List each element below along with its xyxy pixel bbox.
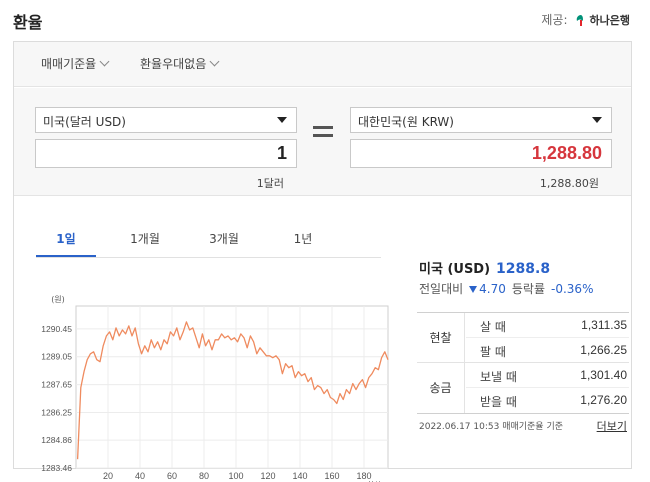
- rate-value: 1288.8: [496, 261, 551, 277]
- x-tick-label: 80: [199, 471, 209, 481]
- diff-value-wrap: 4.70: [469, 282, 506, 296]
- y-tick-label: 1290.45: [41, 324, 72, 334]
- diff-label: 전일대비: [419, 282, 464, 296]
- settings-bar: 매매기준율 환율우대없음: [14, 42, 631, 87]
- row-value: 1,311.35: [581, 318, 627, 332]
- period-tabs: 1일 1개월 3개월 1년: [36, 228, 381, 258]
- pct-label: 등락률: [511, 282, 546, 296]
- more-link[interactable]: 더보기: [597, 418, 627, 434]
- x-tick-label: 140: [292, 471, 307, 481]
- to-amount-text: 1,288.80원: [539, 177, 599, 190]
- basis-dropdown[interactable]: 매매기준율: [41, 55, 110, 72]
- discount-label: 환율우대없음: [140, 57, 207, 71]
- y-axis-label: (원): [51, 295, 65, 304]
- row-value: 1,276.20: [580, 393, 627, 407]
- y-tick-label: 1283.46: [41, 463, 72, 473]
- row-label: 팔 때: [480, 345, 506, 359]
- diff-value: 4.70: [479, 281, 506, 296]
- table-row: 받을 때 1,276.20: [466, 388, 629, 413]
- page-title: 환율: [13, 13, 43, 32]
- x-tick-label: 20: [103, 471, 113, 481]
- tab-1-month[interactable]: 1개월: [115, 230, 175, 257]
- exchange-rate-card: 매매기준율 환율우대없음 미국(달러 USD) 1 1달러 대한민국(원 KRW…: [13, 41, 632, 482]
- hana-bank-logo: 하나은행: [574, 12, 630, 28]
- to-currency-select[interactable]: 대한민국(원 KRW): [350, 107, 612, 133]
- y-tick-label: 1284.86: [41, 435, 72, 445]
- y-tick-label: 1289.05: [41, 352, 72, 362]
- group-label: 현찰: [417, 313, 465, 363]
- row-label: 보낼 때: [480, 370, 517, 384]
- rates-group-cash: 현찰 살 때 1,311.35 팔 때 1,266.25: [417, 313, 629, 363]
- y-tick-label: 1287.65: [41, 380, 72, 390]
- rate-line-chart: 1290.45 1289.05 1287.65 1286.25 1284.86 1283.…: [41, 295, 389, 482]
- x-tick-label: 180: [356, 471, 371, 481]
- caret-down-icon: [277, 117, 287, 123]
- caret-down-icon: [592, 117, 602, 123]
- row-value: 1,301.40: [580, 368, 627, 382]
- from-currency-select[interactable]: 미국(달러 USD): [35, 107, 297, 133]
- row-label: 받을 때: [480, 395, 517, 409]
- from-currency-label: 미국(달러 USD): [43, 115, 126, 129]
- row-label: 살 때: [480, 320, 506, 334]
- equals-icon: [313, 126, 333, 140]
- x-tick-label: 160: [324, 471, 339, 481]
- basis-label: 매매기준율: [41, 57, 97, 71]
- provider-info: 제공: 하나은행: [541, 11, 630, 28]
- chevron-down-icon: [209, 56, 220, 67]
- hana-bank-emblem-icon: [576, 14, 583, 26]
- rate-currency-name: 미국 (USD): [419, 262, 491, 277]
- rate-change: 전일대비 4.70 등락률 -0.36%: [419, 280, 593, 297]
- tab-3-months[interactable]: 3개월: [194, 230, 254, 257]
- tab-1-year[interactable]: 1년: [273, 230, 333, 257]
- provider-name: 하나은행: [589, 13, 630, 27]
- converter-panel: 미국(달러 USD) 1 1달러 대한민국(원 KRW) 1,288.80 1,…: [14, 88, 631, 196]
- from-amount-input[interactable]: 1: [35, 139, 297, 168]
- y-tick-label: 1286.25: [41, 407, 72, 417]
- rates-group-remit: 송금 보낼 때 1,301.40 받을 때 1,276.20: [417, 363, 629, 413]
- x-tick-label: 60: [167, 471, 177, 481]
- x-tick-label: 120: [260, 471, 275, 481]
- x-tick-label: 40: [135, 471, 145, 481]
- pct-value: -0.36%: [551, 281, 594, 296]
- discount-dropdown[interactable]: 환율우대없음: [140, 55, 220, 72]
- provider-label: 제공:: [541, 13, 568, 27]
- tab-1-day[interactable]: 1일: [36, 230, 96, 257]
- to-currency-label: 대한민국(원 KRW): [358, 115, 454, 129]
- rate-footer: 2022.06.17 10:53 매매기준율 기준 더보기: [419, 418, 629, 434]
- table-row: 보낼 때 1,301.40: [466, 363, 629, 388]
- from-amount-text: 1달러: [256, 177, 284, 190]
- rate-summary: 미국 (USD) 1288.8: [419, 258, 550, 277]
- table-row: 팔 때 1,266.25: [466, 338, 629, 363]
- timestamp: 2022.06.17 10:53 매매기준율 기준: [419, 422, 564, 432]
- rates-table: 현찰 살 때 1,311.35 팔 때 1,266.25 송금 보낼 때 1,3…: [417, 312, 629, 414]
- down-triangle-icon: [469, 285, 478, 293]
- table-row: 살 때 1,311.35: [466, 313, 629, 338]
- x-tick-label: 100: [228, 471, 243, 481]
- group-label: 송금: [417, 363, 465, 413]
- row-value: 1,266.25: [580, 343, 627, 357]
- to-amount-input[interactable]: 1,288.80: [350, 139, 612, 168]
- chevron-down-icon: [99, 56, 110, 67]
